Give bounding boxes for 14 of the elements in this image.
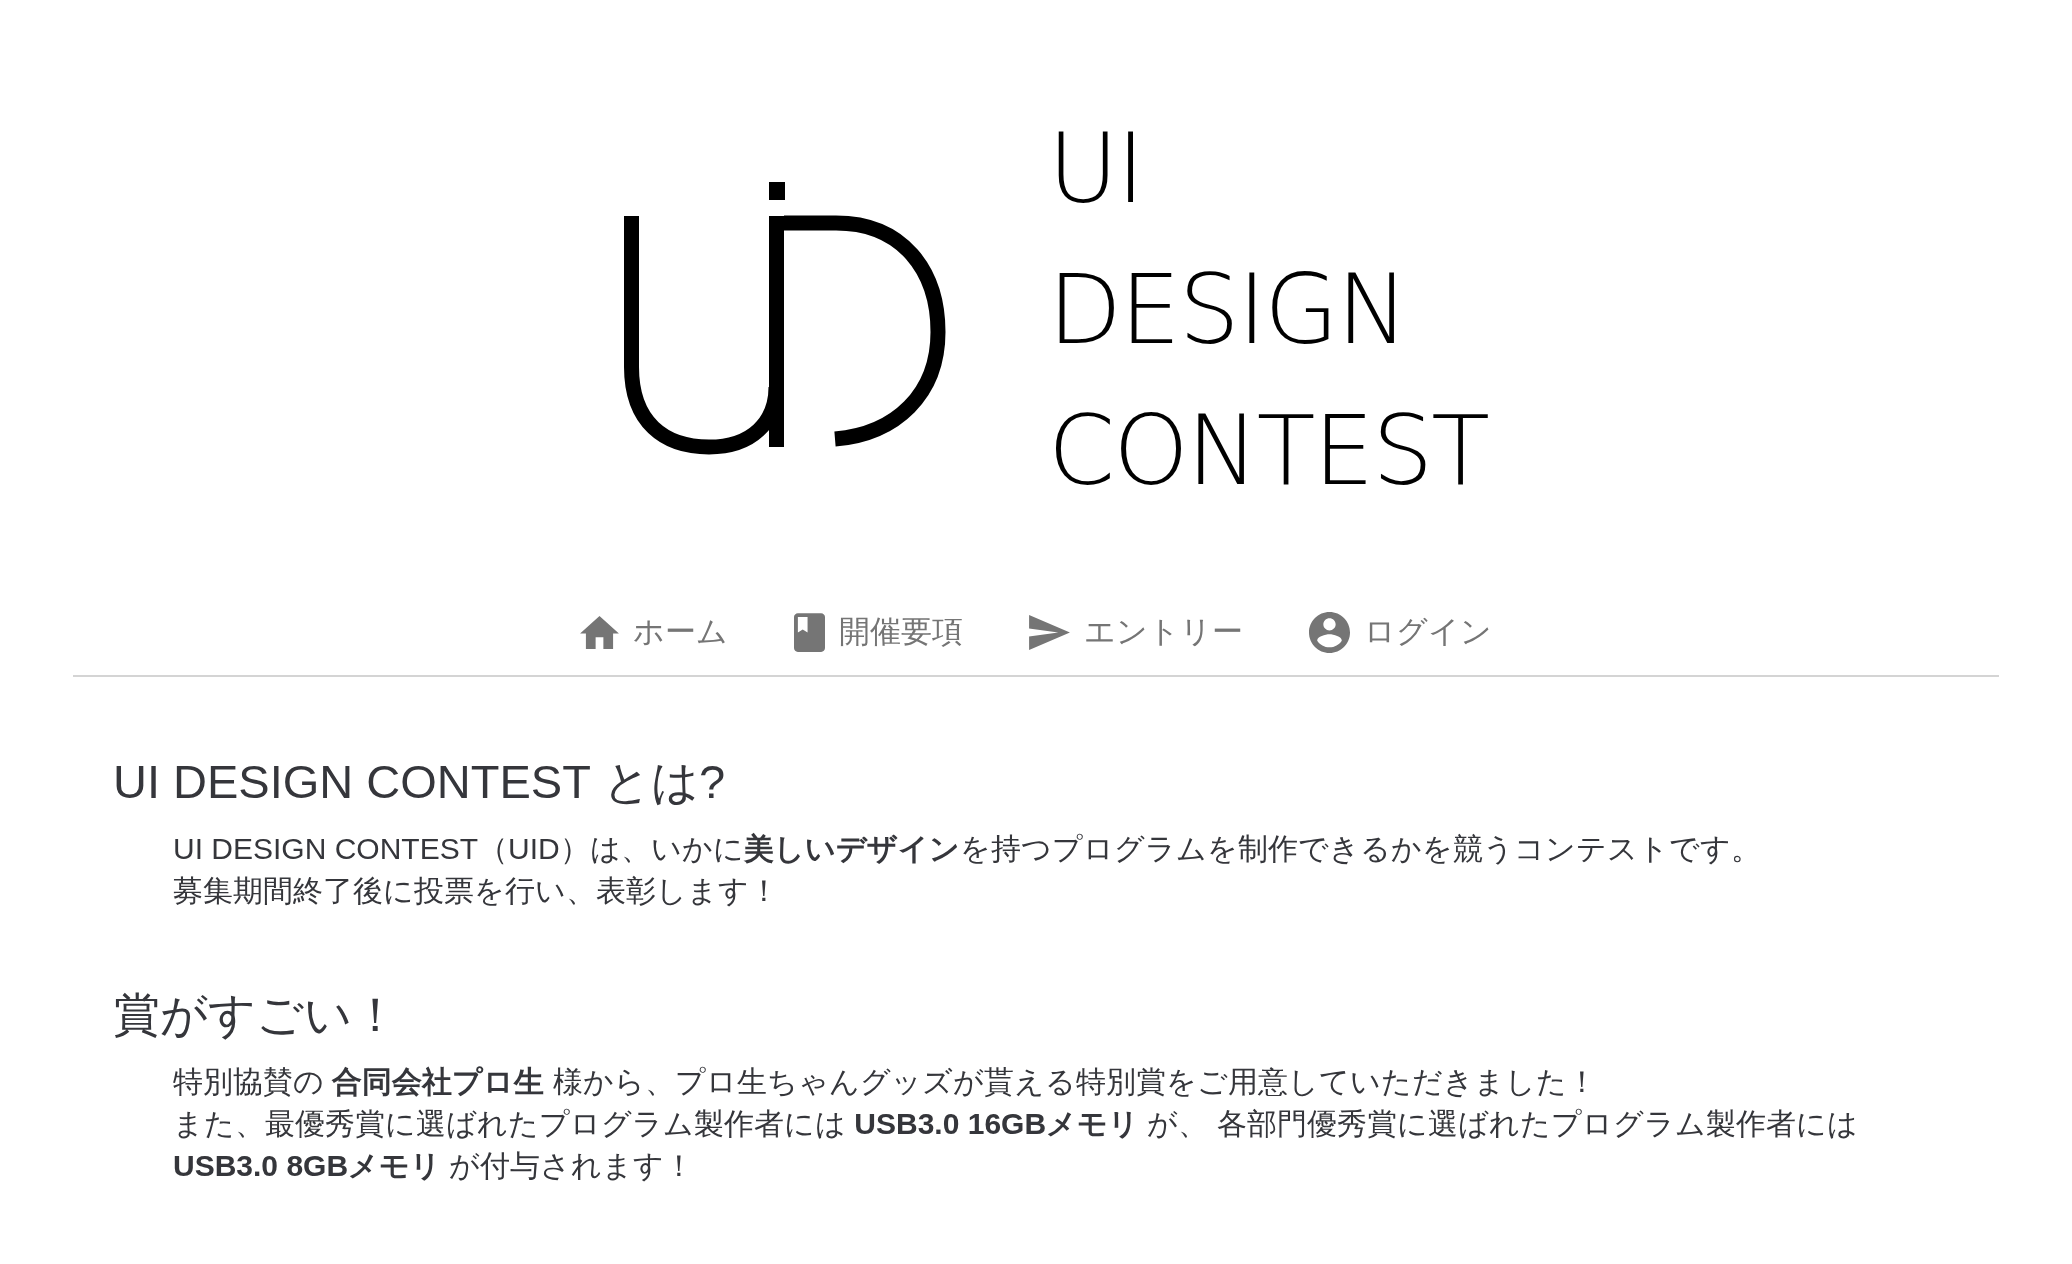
account-icon <box>1309 611 1350 653</box>
section-paragraph: 特別協賛の 合同会社プロ生 様から、プロ生ちゃんグッズが貰える特別賞をご用意していただきました！ また、最優秀賞に選ばれたプログラム製作者には USB3.0 16GBメモリ が、 各部門優秀賞に選ばれたプログラム製作者には USB3.0 8GBメモリ が付与されます！ <box>173 1064 1858 1184</box>
book-icon <box>794 612 825 652</box>
nav-link[interactable]: ログイン <box>1309 608 1492 656</box>
nav-link[interactable]: ホーム <box>580 608 728 656</box>
logo-wordmark: UI DESIGN CONTEST <box>1048 112 1488 509</box>
logo-icon <box>624 182 947 455</box>
section-heading: 賞がすごい！ <box>113 987 399 1043</box>
send-icon <box>1029 614 1070 650</box>
nav-link[interactable]: エントリー <box>1029 608 1243 656</box>
section-heading: UI DESIGN CONTEST とは? <box>113 754 726 810</box>
nav-link[interactable]: 開催要項 <box>794 608 963 656</box>
section-paragraph: UI DESIGN CONTEST（UID）は、いかに美しいデザインを持つプログラムを制作できるかを競うコンテストです。 募集期間終了後に投票を行い、表彰します！ <box>173 831 1761 909</box>
home-icon <box>580 615 619 649</box>
